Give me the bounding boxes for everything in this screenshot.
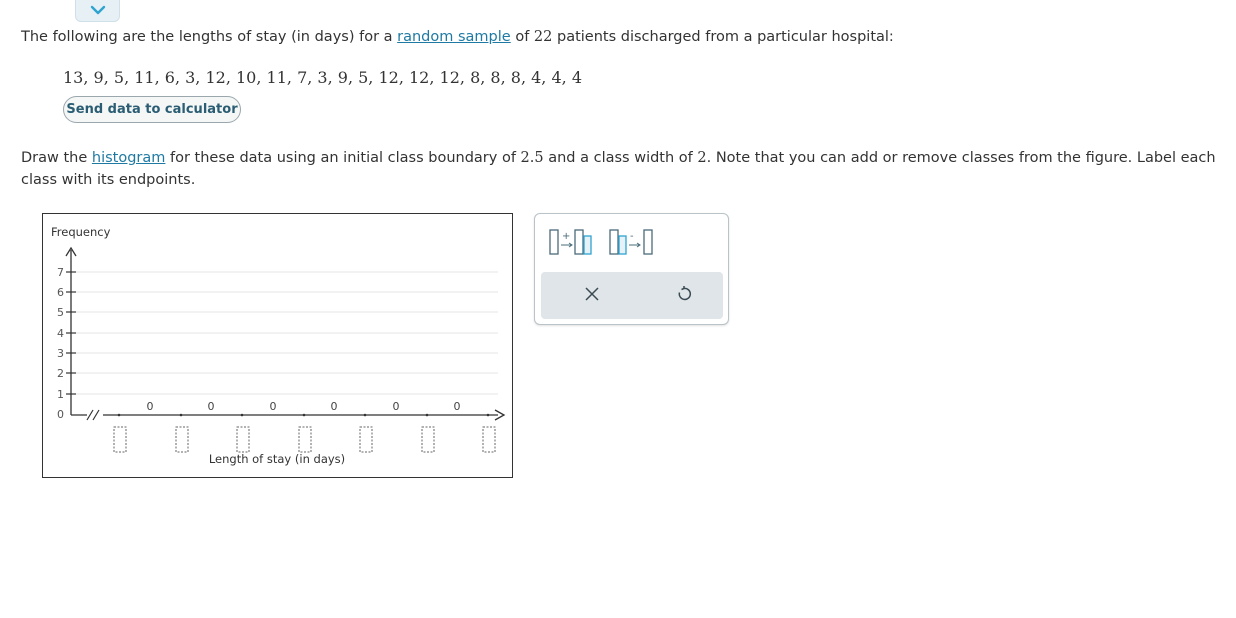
boundary-input[interactable] (113, 426, 127, 453)
y-tick-label: 1 (57, 388, 64, 401)
chevron-down-icon (90, 5, 106, 15)
y-tick-labels: 0 1 2 3 4 5 6 7 (57, 266, 64, 421)
intro-text-start: The following are the lengths of stay (i… (21, 29, 398, 45)
bar-count-labels: 0 0 0 0 0 0 (147, 400, 461, 413)
y-tick-label: 3 (57, 347, 64, 360)
instr-text-mid2: and a class width of (543, 150, 698, 166)
data-values: 13, 9, 5, 11, 6, 3, 12, 10, 11, 7, 3, 9,… (63, 68, 582, 87)
collapse-toggle[interactable] (75, 0, 120, 22)
grid-lines (71, 271, 498, 395)
svg-text:+: + (562, 231, 570, 242)
y-axis-label: Frequency (51, 225, 111, 239)
add-class-icon[interactable]: + (548, 228, 596, 256)
remove-class-icon[interactable]: - (608, 228, 656, 256)
send-data-button[interactable]: Send data to calculator (63, 96, 241, 123)
instr-text-start: Draw the (21, 150, 92, 166)
problem-intro: The following are the lengths of stay (i… (21, 29, 894, 45)
class-width: 2 (697, 150, 707, 166)
bar-count-label[interactable]: 0 (147, 400, 154, 413)
y-tick-label: 4 (57, 327, 64, 340)
intro-text-end: patients discharged from a particular ho… (552, 29, 894, 45)
histogram-link[interactable]: histogram (92, 150, 166, 166)
x-axis-label: Length of stay (in days) (209, 452, 345, 466)
undo-icon[interactable] (675, 285, 693, 303)
action-bar (541, 272, 723, 319)
close-icon[interactable] (584, 286, 600, 302)
bar-count-label[interactable]: 0 (454, 400, 461, 413)
y-tick-label: 6 (57, 286, 64, 299)
instr-text-mid1: for these data using an initial class bo… (165, 150, 521, 166)
bar-count-label[interactable]: 0 (270, 400, 277, 413)
boundary-input[interactable] (482, 426, 496, 453)
y-tick-label: 7 (57, 266, 64, 279)
problem-instructions: Draw the histogram for these data using … (21, 147, 1221, 191)
axis-break-icon (86, 409, 103, 421)
boundary-input[interactable] (359, 426, 373, 453)
boundary-inputs[interactable] (113, 426, 496, 453)
boundary-input[interactable] (175, 426, 189, 453)
bar-count-label[interactable]: 0 (331, 400, 338, 413)
bar-count-label[interactable]: 0 (393, 400, 400, 413)
y-tick-label: 0 (57, 408, 64, 421)
histogram-graph[interactable]: Frequency 0 1 2 3 4 5 6 7 0 0 0 0 0 0 Le… (42, 213, 513, 478)
histogram-canvas[interactable]: Frequency 0 1 2 3 4 5 6 7 0 0 0 0 0 0 Le… (43, 214, 512, 477)
svg-text:-: - (630, 231, 634, 242)
graph-toolbar: + - (534, 213, 729, 325)
boundary-input[interactable] (298, 426, 312, 453)
y-tick-label: 2 (57, 367, 64, 380)
sample-size: 22 (533, 29, 553, 45)
y-tick-label: 5 (57, 306, 64, 319)
initial-boundary: 2.5 (520, 150, 544, 166)
intro-text-mid: of (510, 29, 534, 45)
boundary-input[interactable] (421, 426, 435, 453)
bar-count-label[interactable]: 0 (208, 400, 215, 413)
boundary-input[interactable] (236, 426, 250, 453)
random-sample-link[interactable]: random sample (397, 29, 511, 45)
